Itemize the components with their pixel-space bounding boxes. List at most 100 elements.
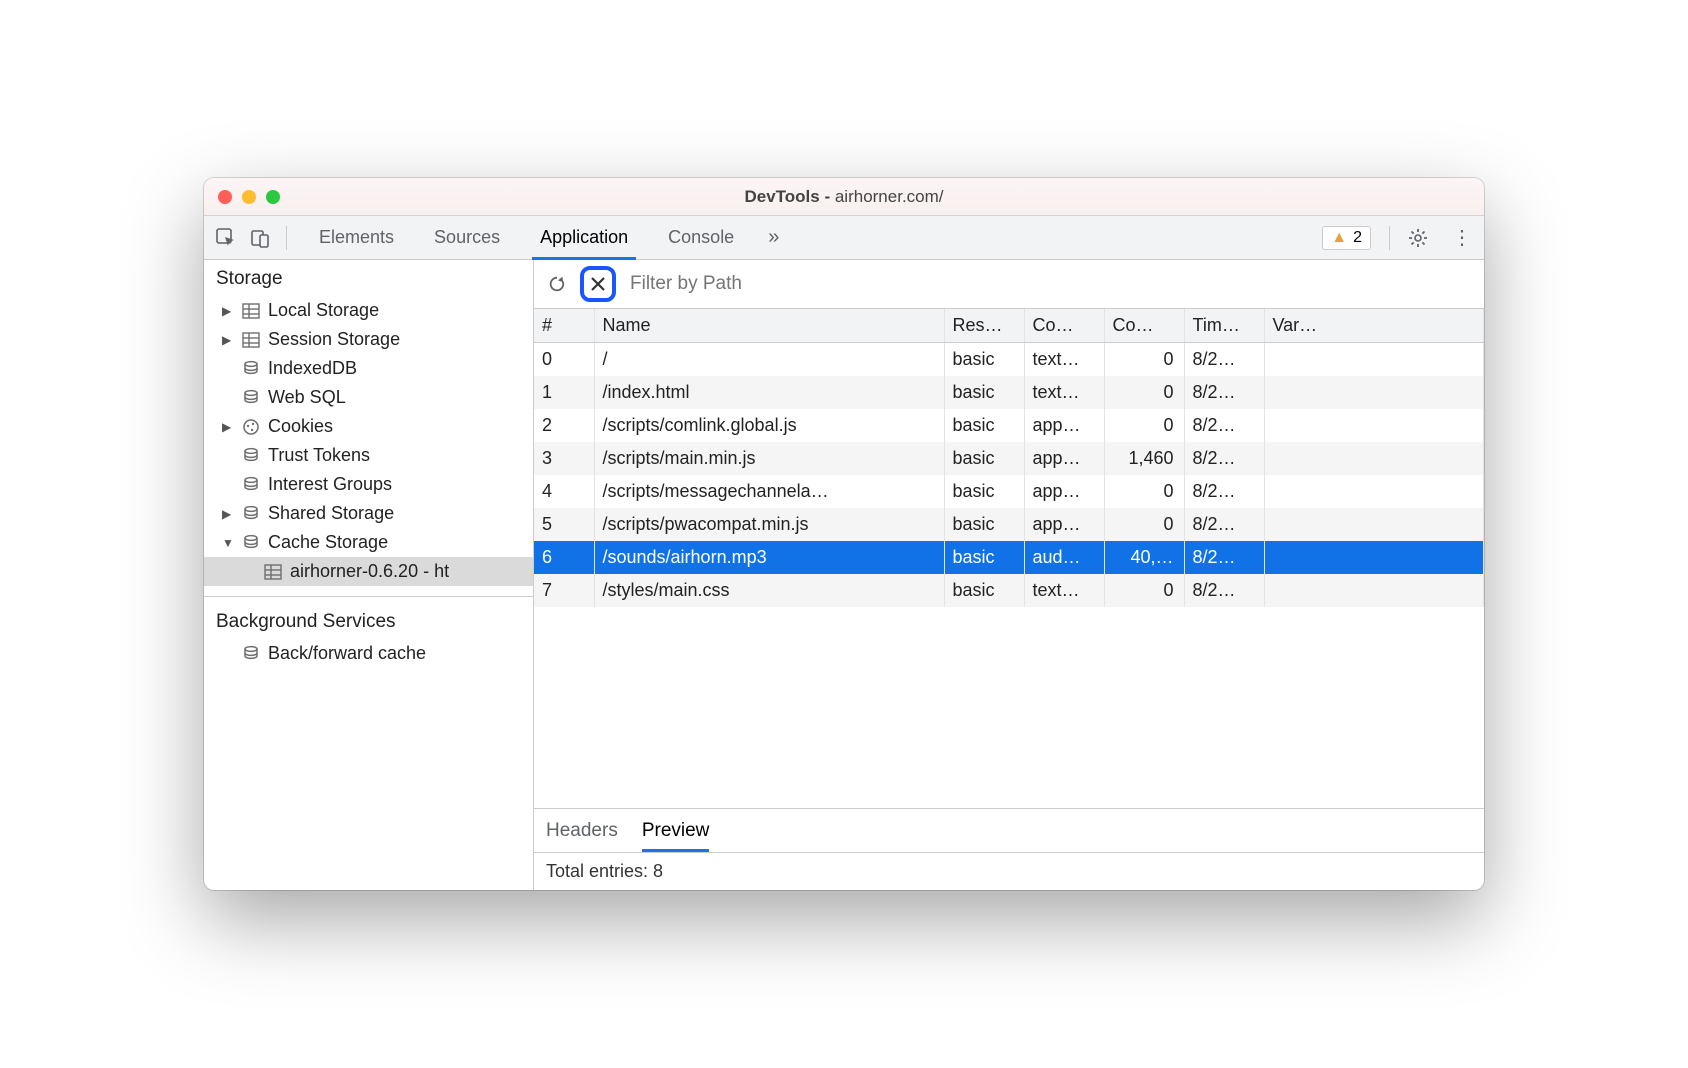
cell-res: basic (944, 442, 1024, 475)
cache-toolbar (534, 260, 1484, 309)
sidebar-item-label: Cache Storage (268, 532, 388, 553)
tab-sources[interactable]: Sources (414, 216, 520, 259)
database-icon (242, 360, 260, 378)
tab-console[interactable]: Console (648, 216, 754, 259)
database-icon (242, 505, 260, 523)
sidebar-item-web-sql[interactable]: Web SQL (204, 383, 533, 412)
sidebar: Storage ▶Local Storage▶Session StorageIn… (204, 260, 534, 890)
cell-idx: 0 (534, 343, 594, 377)
sidebar-item-label: Trust Tokens (268, 445, 370, 466)
cell-co1: text… (1024, 343, 1104, 377)
table-row[interactable]: 6/sounds/airhorn.mp3basicaud…40,…8/2… (534, 541, 1484, 574)
database-icon (242, 389, 260, 407)
column-header[interactable]: Name (594, 309, 944, 343)
table-row[interactable]: 5/scripts/pwacompat.min.jsbasicapp…08/2… (534, 508, 1484, 541)
cell-idx: 2 (534, 409, 594, 442)
warnings-count: 2 (1353, 229, 1362, 247)
preview-tabs: Headers Preview (534, 808, 1484, 852)
cell-name: /styles/main.css (594, 574, 944, 607)
table-row[interactable]: 0/basictext…08/2… (534, 343, 1484, 377)
clear-button[interactable] (586, 272, 610, 296)
cell-name: / (594, 343, 944, 377)
cell-var (1264, 508, 1484, 541)
column-header[interactable]: Var… (1264, 309, 1484, 343)
cell-var (1264, 409, 1484, 442)
cell-tim: 8/2… (1184, 442, 1264, 475)
devtools-window: DevTools - airhorner.com/ ElementsSource… (204, 178, 1484, 890)
cache-entries-table: #NameRes…Co…Co…Tim…Var… 0/basictext…08/2… (534, 309, 1484, 808)
sidebar-item-label: Interest Groups (268, 474, 392, 495)
column-header[interactable]: Res… (944, 309, 1024, 343)
tab-application[interactable]: Application (520, 216, 648, 259)
sidebar-item-indexeddb[interactable]: IndexedDB (204, 354, 533, 383)
sidebar-item-shared-storage[interactable]: ▶Shared Storage (204, 499, 533, 528)
database-icon (242, 534, 260, 552)
settings-gear-icon[interactable] (1408, 228, 1436, 248)
sidebar-item-local-storage[interactable]: ▶Local Storage (204, 296, 533, 325)
sidebar-item-airhorner-0-6-20-ht[interactable]: airhorner-0.6.20 - ht (204, 557, 533, 586)
cell-co1: app… (1024, 409, 1104, 442)
inspect-element-icon[interactable] (212, 224, 240, 252)
tab-elements[interactable]: Elements (299, 216, 414, 259)
sidebar-item-trust-tokens[interactable]: Trust Tokens (204, 441, 533, 470)
database-icon (242, 645, 260, 663)
cell-tim: 8/2… (1184, 574, 1264, 607)
cell-res: basic (944, 409, 1024, 442)
cell-var (1264, 442, 1484, 475)
warnings-badge[interactable]: ▲ 2 (1322, 226, 1371, 250)
sidebar-item-label: airhorner-0.6.20 - ht (290, 561, 449, 582)
cell-co1: text… (1024, 574, 1104, 607)
more-options-icon[interactable]: ⋮ (1448, 225, 1476, 250)
filter-path-input[interactable] (624, 269, 1476, 299)
table-row[interactable]: 1/index.htmlbasictext…08/2… (534, 376, 1484, 409)
column-header[interactable]: # (534, 309, 594, 343)
grid-icon (264, 564, 282, 580)
sidebar-item-back-forward-cache[interactable]: Back/forward cache (204, 639, 533, 668)
preview-tab-headers[interactable]: Headers (546, 809, 618, 852)
cell-co2: 0 (1104, 475, 1184, 508)
cell-co2: 40,… (1104, 541, 1184, 574)
panel-tabs: ElementsSourcesApplicationConsole (299, 216, 754, 259)
sidebar-item-session-storage[interactable]: ▶Session Storage (204, 325, 533, 354)
table-row[interactable]: 4/scripts/messagechannela…basicapp…08/2… (534, 475, 1484, 508)
cell-res: basic (944, 574, 1024, 607)
column-header[interactable]: Tim… (1184, 309, 1264, 343)
sidebar-item-interest-groups[interactable]: Interest Groups (204, 470, 533, 499)
clear-highlight-annotation (580, 266, 616, 302)
cell-var (1264, 574, 1484, 607)
sidebar-item-label: Cookies (268, 416, 333, 437)
sidebar-item-cache-storage[interactable]: ▼Cache Storage (204, 528, 533, 557)
cell-co2: 0 (1104, 508, 1184, 541)
sidebar-item-label: Shared Storage (268, 503, 394, 524)
cell-co2: 1,460 (1104, 442, 1184, 475)
preview-tab-preview[interactable]: Preview (642, 809, 710, 852)
more-tabs-icon[interactable]: » (760, 226, 787, 249)
cell-co1: text… (1024, 376, 1104, 409)
table-row[interactable]: 2/scripts/comlink.global.jsbasicapp…08/2… (534, 409, 1484, 442)
column-header[interactable]: Co… (1104, 309, 1184, 343)
cell-idx: 4 (534, 475, 594, 508)
cell-name: /scripts/main.min.js (594, 442, 944, 475)
cell-co2: 0 (1104, 343, 1184, 377)
grid-icon (242, 303, 260, 319)
titlebar: DevTools - airhorner.com/ (204, 178, 1484, 216)
table-row[interactable]: 3/scripts/main.min.jsbasicapp…1,4608/2… (534, 442, 1484, 475)
refresh-button[interactable] (542, 269, 572, 299)
divider (286, 226, 287, 250)
cell-co1: aud… (1024, 541, 1104, 574)
cell-name: /scripts/comlink.global.js (594, 409, 944, 442)
cell-tim: 8/2… (1184, 475, 1264, 508)
cell-tim: 8/2… (1184, 409, 1264, 442)
table-row[interactable]: 7/styles/main.cssbasictext…08/2… (534, 574, 1484, 607)
cell-name: /scripts/messagechannela… (594, 475, 944, 508)
cookie-icon (242, 418, 260, 436)
main-panel: #NameRes…Co…Co…Tim…Var… 0/basictext…08/2… (534, 260, 1484, 890)
sidebar-item-label: Web SQL (268, 387, 346, 408)
sidebar-item-cookies[interactable]: ▶Cookies (204, 412, 533, 441)
status-line: Total entries: 8 (534, 852, 1484, 890)
device-toggle-icon[interactable] (246, 224, 274, 252)
cell-res: basic (944, 475, 1024, 508)
column-header[interactable]: Co… (1024, 309, 1104, 343)
cell-name: /index.html (594, 376, 944, 409)
sidebar-section-storage: Storage (204, 260, 533, 296)
